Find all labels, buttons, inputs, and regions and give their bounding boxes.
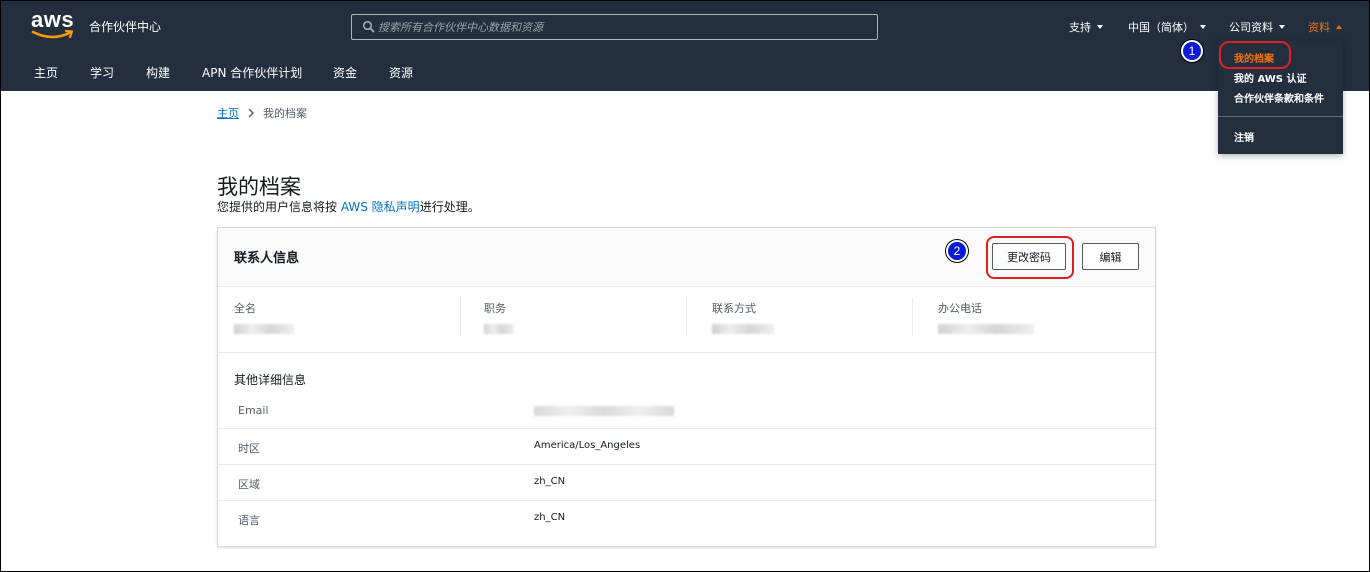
detail-key: Email <box>238 404 269 417</box>
field-label: 联系方式 <box>712 302 756 315</box>
aws-smile-icon <box>31 29 74 39</box>
menu-profile-label: 资料 <box>1308 21 1330 34</box>
other-details-title: 其他详细信息 <box>234 373 307 387</box>
dropdown-item-partner-terms[interactable]: 合作伙伴条款和条件 <box>1234 90 1324 105</box>
field-job-title: 职务 <box>484 300 514 334</box>
menu-support-label: 支持 <box>1069 21 1091 34</box>
app-title[interactable]: 合作伙伴中心 <box>89 18 161 35</box>
search-icon <box>362 20 375 33</box>
nav-home[interactable]: 主页 <box>34 64 58 81</box>
column-divider <box>912 298 913 336</box>
breadcrumb-home[interactable]: 主页 <box>217 105 239 121</box>
field-label: 职务 <box>484 302 506 315</box>
dropdown-item-sign-out[interactable]: 注销 <box>1234 129 1254 144</box>
subtitle-prefix: 您提供的用户信息将按 <box>217 200 341 214</box>
main-nav: 主页 学习 构建 APN 合作伙伴计划 资金 资源 <box>1 51 1369 91</box>
card-title: 联系人信息 <box>234 251 300 266</box>
nav-apn-program[interactable]: APN 合作伙伴计划 <box>202 64 302 81</box>
nav-resources[interactable]: 资源 <box>389 64 413 81</box>
global-search[interactable] <box>351 14 878 40</box>
redacted-value <box>484 324 514 334</box>
field-label: 全名 <box>234 302 256 315</box>
chevron-down-icon <box>1279 25 1285 29</box>
menu-company-profile-label: 公司资料 <box>1229 21 1273 34</box>
redacted-value <box>234 324 294 334</box>
chevron-down-icon <box>1097 25 1103 29</box>
privacy-notice-link[interactable]: AWS 隐私声明 <box>341 200 420 214</box>
menu-profile[interactable]: 资料 <box>1308 19 1342 35</box>
detail-row-region: 区域 zh_CN <box>218 465 1155 501</box>
field-contact-method: 联系方式 <box>712 300 774 334</box>
dropdown-divider <box>1218 116 1343 117</box>
page-subtitle: 您提供的用户信息将按 AWS 隐私声明进行处理。 <box>217 198 480 215</box>
annotation-step-2: 2 <box>946 240 968 262</box>
detail-row-timezone: 时区 America/Los_Angeles <box>218 429 1155 465</box>
breadcrumb: 主页 我的档案 <box>217 105 307 121</box>
aws-logo[interactable]: aws <box>31 7 77 41</box>
edit-button[interactable]: 编辑 <box>1082 243 1139 270</box>
annotation-step-1: 1 <box>1181 40 1203 62</box>
nav-funding[interactable]: 资金 <box>333 64 357 81</box>
contact-info-card: 联系人信息 更改密码 编辑 全名 职务 联系方式 办公电话 其他详细信息 Ema… <box>217 227 1156 547</box>
menu-language-label: 中国（简体） <box>1128 21 1194 34</box>
field-office-phone: 办公电话 <box>938 300 1034 334</box>
menu-company-profile[interactable]: 公司资料 <box>1229 19 1285 35</box>
nav-build[interactable]: 构建 <box>146 64 170 81</box>
detail-value: zh_CN <box>534 476 566 487</box>
dropdown-item-my-certifications[interactable]: 我的 AWS 认证 <box>1234 70 1307 85</box>
detail-key: 语言 <box>238 514 260 527</box>
top-header: aws 合作伙伴中心 支持 中国（简体） 公司资料 资料 <box>1 1 1369 51</box>
column-divider <box>686 298 687 336</box>
chevron-right-icon <box>248 108 254 118</box>
change-password-button[interactable]: 更改密码 <box>992 243 1066 270</box>
chevron-down-icon <box>1200 25 1206 29</box>
redacted-value <box>938 324 1034 334</box>
detail-row-language: 语言 zh_CN <box>218 501 1155 537</box>
redacted-value <box>534 406 674 416</box>
annotation-highlight-my-profile <box>1219 41 1291 69</box>
detail-row-email: Email <box>218 393 1155 429</box>
menu-language[interactable]: 中国（简体） <box>1128 19 1206 35</box>
field-label: 办公电话 <box>938 302 982 315</box>
card-header: 联系人信息 更改密码 编辑 <box>218 228 1155 287</box>
nav-learn[interactable]: 学习 <box>90 64 114 81</box>
breadcrumb-current: 我的档案 <box>263 107 307 120</box>
contact-fields: 全名 职务 联系方式 办公电话 <box>218 288 1155 353</box>
detail-key: 时区 <box>238 442 260 455</box>
menu-support[interactable]: 支持 <box>1069 19 1103 35</box>
detail-value: America/Los_Angeles <box>534 440 641 451</box>
column-divider <box>460 298 461 336</box>
subtitle-suffix: 进行处理。 <box>419 200 480 214</box>
detail-value: zh_CN <box>534 512 566 523</box>
redacted-value <box>712 324 774 334</box>
page-title: 我的档案 <box>217 175 301 199</box>
field-full-name: 全名 <box>234 300 294 334</box>
detail-key: 区域 <box>238 478 260 491</box>
chevron-up-icon <box>1336 25 1342 29</box>
search-input[interactable] <box>378 15 868 39</box>
